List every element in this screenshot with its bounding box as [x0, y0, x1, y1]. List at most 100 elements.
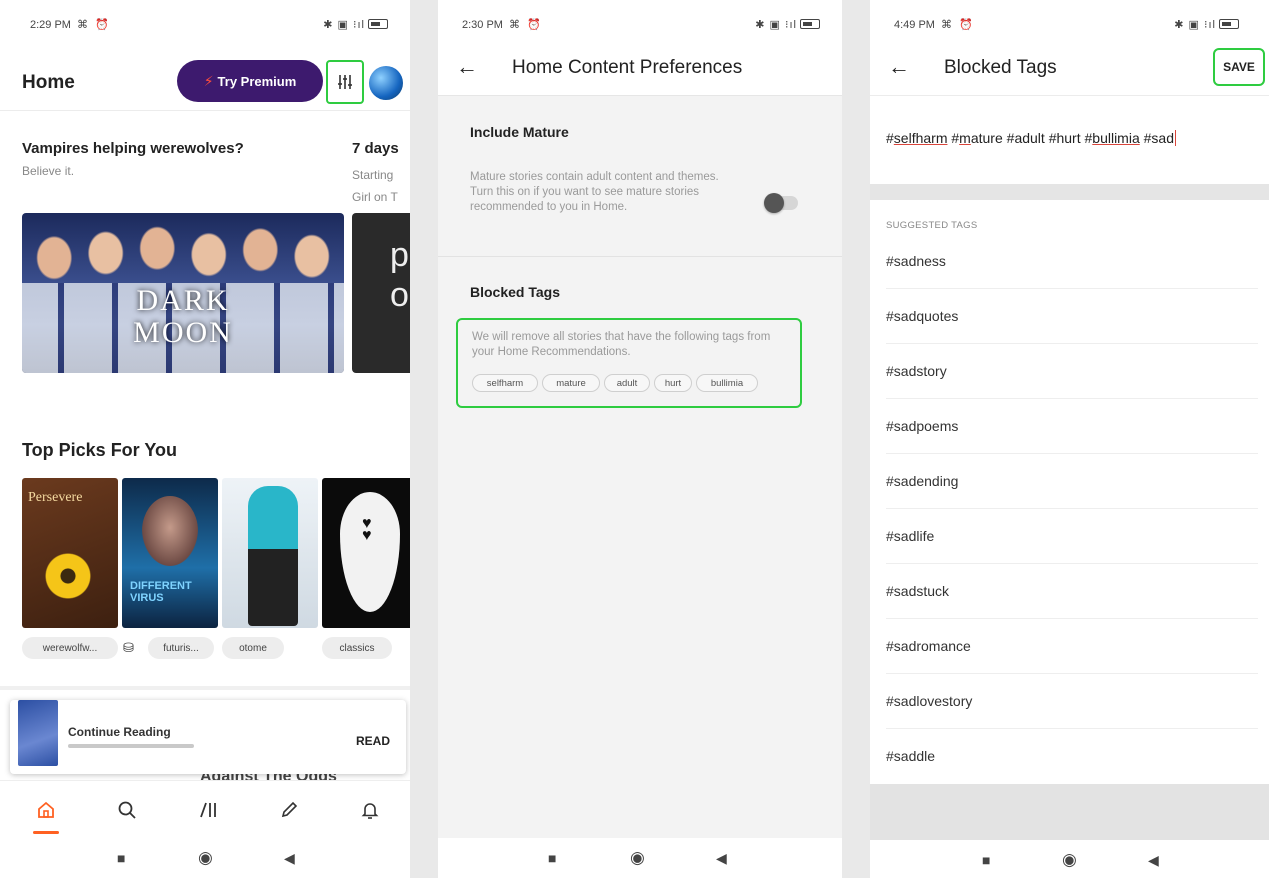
- bolt-icon: ⚡: [203, 72, 214, 89]
- save-button[interactable]: SAVE: [1213, 48, 1265, 86]
- home-circle-icon[interactable]: ◉: [198, 848, 213, 868]
- home-circle-icon[interactable]: ◉: [630, 848, 645, 868]
- back-triangle-icon[interactable]: ◀: [1148, 852, 1159, 869]
- featured-subtitle-2: Starting Girl on T: [352, 164, 398, 208]
- continue-reading-label: Continue Reading: [68, 725, 171, 739]
- back-arrow-icon[interactable]: ←: [888, 54, 910, 80]
- try-premium-button[interactable]: ⚡ Try Premium: [177, 60, 323, 102]
- reading-progress-bar: [68, 744, 194, 748]
- status-icons: ⌘ ⏰: [76, 19, 111, 31]
- blocked-tags-screen: 4:49 PM ⌘ ⏰ ✱ ▣ ⁝ıl ← Blocked Tags SAVE #…: [870, 0, 1269, 878]
- home-content-preferences-screen: 2:30 PM ⌘ ⏰ ✱ ▣ ⁝ıl ← Home Content Prefer…: [438, 0, 842, 878]
- system-nav-bar: ■ ◉ ◀: [0, 838, 410, 878]
- suggested-tag[interactable]: #sadlife: [886, 509, 1258, 564]
- featured-title-2: 7 days: [352, 140, 399, 157]
- include-mature-toggle[interactable]: [764, 193, 798, 213]
- try-premium-label: Try Premium: [217, 73, 297, 89]
- blocked-tag-chip: mature: [542, 374, 600, 392]
- book-thumbnail: [18, 700, 58, 766]
- blocked-tag-chip: adult: [604, 374, 650, 392]
- pencil-icon[interactable]: [274, 795, 304, 825]
- status-bar: 2:29 PM ⌘ ⏰ ✱ ▣ ⁝ıl: [30, 18, 388, 36]
- page-title: Home: [22, 72, 75, 93]
- battery-icon: [1219, 19, 1239, 29]
- page-title: Blocked Tags: [944, 57, 1057, 78]
- heart-icon: ♥ ♥: [362, 515, 372, 544]
- home-icon[interactable]: [31, 795, 61, 825]
- suggested-tag[interactable]: #sadness: [886, 234, 1258, 289]
- featured-subtitle-2-line2: Girl on T: [352, 190, 398, 204]
- back-triangle-icon[interactable]: ◀: [716, 850, 727, 867]
- book-cover-title: Persevere: [28, 490, 83, 505]
- coins-icon: ⛁: [123, 640, 134, 655]
- book-cover[interactable]: [222, 478, 318, 628]
- search-icon[interactable]: [112, 795, 142, 825]
- featured-story-banner-2[interactable]: p o: [352, 213, 410, 373]
- bottom-nav: [0, 780, 410, 836]
- battery-icon: [368, 19, 388, 29]
- suggested-tag[interactable]: #sadlovestory: [886, 674, 1258, 729]
- story-tag[interactable]: classics: [322, 637, 392, 659]
- book-cover[interactable]: Persevere: [22, 478, 118, 628]
- avatar[interactable]: [369, 66, 403, 100]
- story-tag[interactable]: werewolfw...: [22, 637, 118, 659]
- blocked-tag-chip: bullimia: [696, 374, 758, 392]
- signal-icons: ✱ ▣ ⁝ıl: [1174, 19, 1216, 31]
- recent-apps-icon[interactable]: ■: [117, 850, 125, 866]
- banner-title: DARK MOON: [133, 284, 233, 349]
- suggested-tag[interactable]: #sadquotes: [886, 289, 1258, 344]
- featured-title: Vampires helping werewolves?: [22, 140, 244, 157]
- blocked-tag-chip: selfharm: [472, 374, 538, 392]
- home-header: Home ⚡ Try Premium: [22, 58, 410, 104]
- suggested-tag[interactable]: #sadstory: [886, 344, 1258, 399]
- book-cover[interactable]: DIFFERENT VIRUS: [122, 478, 218, 628]
- status-icons: ⌘ ⏰: [508, 19, 543, 31]
- app-bar: ← Home Content Preferences: [438, 40, 842, 96]
- bell-icon[interactable]: [355, 795, 385, 825]
- active-tab-indicator: [33, 831, 59, 834]
- app-bar: ← Blocked Tags SAVE: [870, 40, 1269, 96]
- blocked-tags-input[interactable]: #selfharm #mature #adult #hurt #bullimia…: [886, 130, 1176, 146]
- top-picks-title: Top Picks For You: [22, 440, 178, 460]
- status-bar: 2:30 PM ⌘ ⏰ ✱ ▣ ⁝ıl: [462, 18, 820, 36]
- recent-apps-icon[interactable]: ■: [982, 852, 990, 868]
- flower-image: [40, 548, 96, 604]
- content-preferences-button[interactable]: [326, 60, 364, 104]
- story-tag[interactable]: futuris...: [148, 637, 214, 659]
- suggested-tag[interactable]: #sadstuck: [886, 564, 1258, 619]
- home-circle-icon[interactable]: ◉: [1062, 850, 1077, 870]
- suggested-tags-list: #sadness #sadquotes #sadstory #sadpoems …: [886, 234, 1258, 784]
- page-title: Home Content Preferences: [512, 57, 743, 78]
- blocked-tag-chip: hurt: [654, 374, 692, 392]
- divider: [0, 110, 410, 111]
- suggested-tags-label: SUGGESTED TAGS: [886, 220, 978, 231]
- status-bar: 4:49 PM ⌘ ⏰ ✱ ▣ ⁝ıl: [894, 18, 1239, 36]
- signal-icons: ✱ ▣ ⁝ıl: [755, 19, 797, 31]
- suggested-tag[interactable]: #sadending: [886, 454, 1258, 509]
- back-triangle-icon[interactable]: ◀: [284, 850, 295, 867]
- signal-icons: ✱ ▣ ⁝ıl: [323, 19, 365, 31]
- blocked-tags-heading: Blocked Tags: [470, 284, 560, 300]
- suggested-tag[interactable]: #saddle: [886, 729, 1258, 784]
- system-nav-bar: ■ ◉ ◀: [438, 838, 842, 878]
- suggested-tag[interactable]: #sadromance: [886, 619, 1258, 674]
- status-icons: ⌘ ⏰: [940, 19, 975, 31]
- featured-subtitle: Believe it.: [22, 164, 75, 178]
- read-button[interactable]: READ: [356, 734, 390, 748]
- library-icon[interactable]: [194, 795, 224, 825]
- include-mature-description: Mature stories contain adult content and…: [470, 171, 719, 213]
- book-cover[interactable]: ♥ ♥: [322, 478, 410, 628]
- status-time: 2:29 PM: [30, 19, 71, 31]
- story-tag[interactable]: otome: [222, 637, 284, 659]
- recent-apps-icon[interactable]: ■: [548, 850, 556, 866]
- text-caret: [1175, 130, 1176, 146]
- sliders-icon: [338, 75, 352, 89]
- featured-story-banner[interactable]: DARK MOON: [22, 213, 344, 373]
- continue-reading-card[interactable]: Continue Reading READ: [10, 700, 406, 774]
- suggested-tag[interactable]: #sadpoems: [886, 399, 1258, 454]
- book-cover-title: DIFFERENT VIRUS: [130, 580, 192, 604]
- back-arrow-icon[interactable]: ←: [456, 54, 478, 80]
- blocked-tags-field[interactable]: We will remove all stories that have the…: [456, 318, 802, 408]
- toggle-knob: [764, 193, 784, 213]
- home-screen: 2:29 PM ⌘ ⏰ ✱ ▣ ⁝ıl Home ⚡ Try Premium Va…: [0, 0, 410, 878]
